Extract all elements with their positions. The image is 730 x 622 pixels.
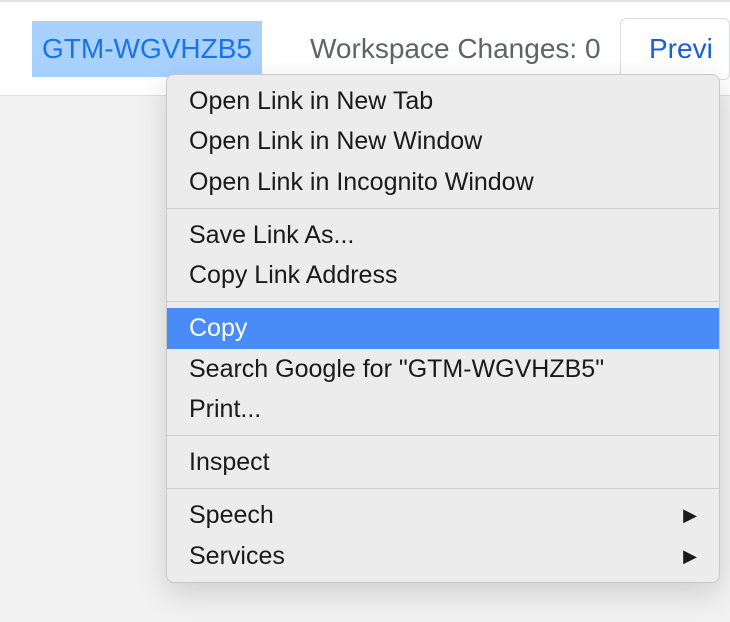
menu-item-label: Save Link As...	[189, 217, 354, 253]
menu-separator	[167, 435, 719, 436]
menu-item-search-google[interactable]: Search Google for "GTM-WGVHZB5"	[167, 349, 719, 389]
menu-item-label: Copy Link Address	[189, 257, 397, 293]
menu-item-label: Inspect	[189, 444, 270, 480]
context-menu: Open Link in New Tab Open Link in New Wi…	[166, 74, 720, 583]
menu-item-speech[interactable]: Speech ▶	[167, 495, 719, 535]
submenu-arrow-icon: ▶	[683, 543, 697, 569]
menu-item-label: Speech	[189, 497, 274, 533]
menu-item-copy-link-address[interactable]: Copy Link Address	[167, 255, 719, 295]
menu-item-copy[interactable]: Copy	[167, 308, 719, 348]
menu-separator	[167, 488, 719, 489]
menu-item-label: Open Link in New Tab	[189, 83, 433, 119]
gtm-container-id[interactable]: GTM-WGVHZB5	[32, 21, 262, 77]
menu-item-label: Open Link in Incognito Window	[189, 164, 534, 200]
menu-item-save-link-as[interactable]: Save Link As...	[167, 215, 719, 255]
preview-button[interactable]: Previ	[620, 18, 730, 80]
menu-item-open-new-tab[interactable]: Open Link in New Tab	[167, 81, 719, 121]
menu-item-label: Search Google for "GTM-WGVHZB5"	[189, 351, 604, 387]
workspace-changes-label[interactable]: Workspace Changes: 0	[310, 33, 601, 65]
menu-item-label: Services	[189, 538, 285, 574]
menu-item-label: Print...	[189, 391, 261, 427]
menu-separator	[167, 301, 719, 302]
menu-item-inspect[interactable]: Inspect	[167, 442, 719, 482]
menu-item-open-new-window[interactable]: Open Link in New Window	[167, 121, 719, 161]
menu-item-print[interactable]: Print...	[167, 389, 719, 429]
menu-item-open-incognito[interactable]: Open Link in Incognito Window	[167, 162, 719, 202]
menu-separator	[167, 208, 719, 209]
menu-item-services[interactable]: Services ▶	[167, 536, 719, 576]
submenu-arrow-icon: ▶	[683, 502, 697, 528]
menu-item-label: Copy	[189, 310, 247, 346]
menu-item-label: Open Link in New Window	[189, 123, 482, 159]
